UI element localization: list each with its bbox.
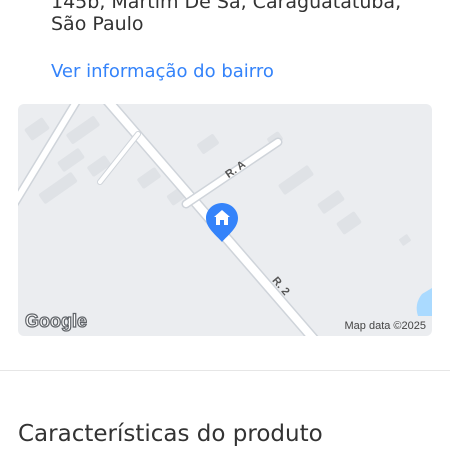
neighborhood-info-link[interactable]: Ver informação do bairro (51, 61, 274, 83)
map-water (416, 288, 432, 316)
map-canvas: R. A R. 2 Google Map data ©2025 (18, 104, 432, 336)
address-text: 145b, Martim De Sá, Caraguatatuba, São P… (51, 0, 402, 35)
section-title: Características do produto (18, 421, 323, 447)
google-logo: Google (25, 311, 87, 331)
home-pin-icon[interactable] (206, 203, 238, 242)
section-divider (0, 370, 450, 371)
map-attribution: Map data ©2025 (345, 320, 427, 332)
location-map[interactable]: R. A R. 2 Google Map data ©2025 (18, 104, 432, 336)
